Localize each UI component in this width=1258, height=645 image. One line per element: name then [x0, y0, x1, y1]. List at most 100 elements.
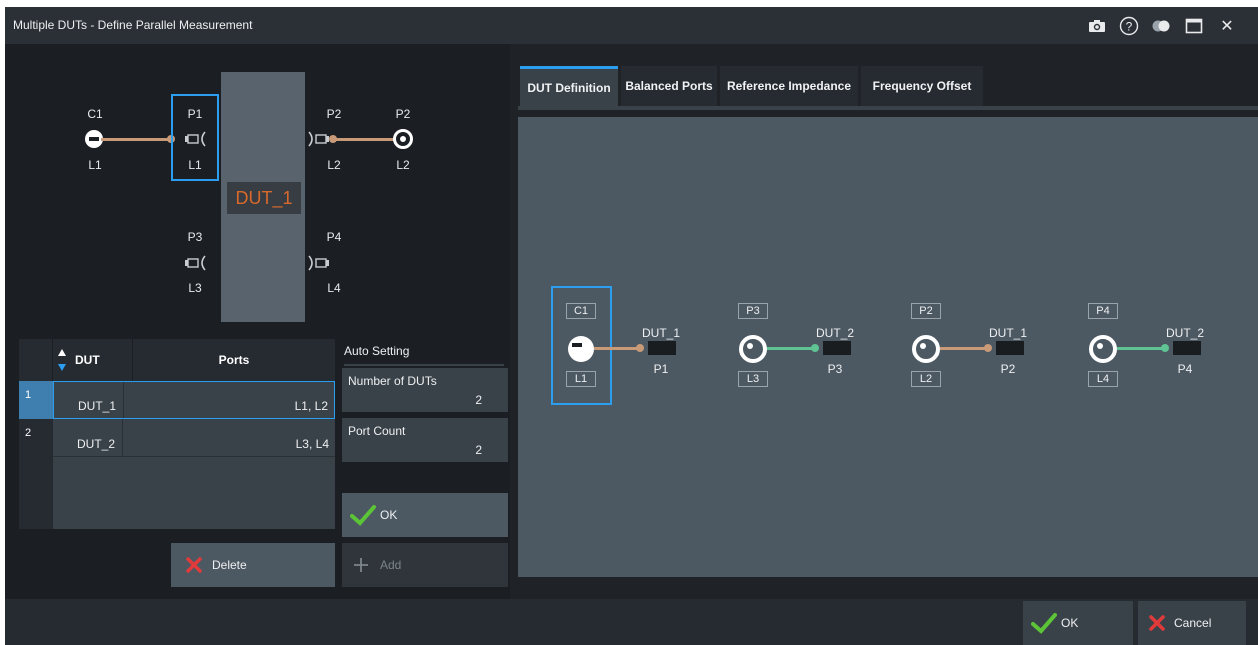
- port-count-value: 2: [475, 443, 482, 457]
- group3-bottom-box: L2: [911, 371, 941, 387]
- camera-icon[interactable]: [1086, 15, 1108, 37]
- p1-connector-icon: [185, 131, 206, 147]
- group4-line: [1117, 347, 1165, 350]
- p2r-bottom-label: L2: [396, 158, 410, 172]
- group3-dot: [984, 344, 992, 352]
- c1-bottom-label: L1: [88, 158, 102, 172]
- number-of-duts-value: 2: [475, 393, 482, 407]
- left-panel: DUT_1 C1 L1 P1 L1 P2 L2 P2 L2 P3 L3 P4 L…: [5, 44, 510, 599]
- row-number-cell-empty: [19, 457, 53, 529]
- tab-underline: [518, 106, 1258, 110]
- column-header-dut-label: DUT: [75, 353, 100, 367]
- p4-bottom-label: L4: [327, 281, 341, 295]
- p2r-top-label: P2: [395, 107, 411, 121]
- group2-port-label: P3: [827, 362, 843, 376]
- close-icon[interactable]: ✕: [1216, 15, 1238, 37]
- port-count-label: Port Count: [348, 424, 406, 438]
- row-ports-cell: L1, L2: [294, 399, 328, 413]
- help-icon-glyph: ?: [1126, 20, 1133, 34]
- group1-dot: [636, 344, 644, 352]
- tab-reference-impedance[interactable]: Reference Impedance: [720, 66, 858, 106]
- plus-icon: [354, 558, 368, 572]
- p3-top-label: P3: [187, 230, 203, 244]
- column-header-dut[interactable]: DUT: [53, 339, 133, 381]
- p2-bottom-label: L2: [327, 158, 341, 172]
- row-dut-cell: DUT_1: [78, 399, 117, 413]
- sort-icon[interactable]: [57, 348, 67, 372]
- group3-port-icon[interactable]: [912, 335, 940, 363]
- group1-bottom-box: L1: [566, 371, 596, 387]
- p4-connector-icon: [308, 255, 329, 271]
- c1-top-label: C1: [87, 107, 103, 121]
- group4-dut-label: DUT_2: [1165, 326, 1204, 340]
- number-of-duts-label: Number of DUTs: [348, 374, 437, 388]
- column-header-ports[interactable]: Ports: [133, 339, 335, 381]
- delete-button-label: Delete: [212, 558, 247, 572]
- group1-port-icon[interactable]: [568, 336, 594, 362]
- p4-top-label: P4: [326, 230, 342, 244]
- p1-top-label: P1: [187, 107, 203, 121]
- add-button[interactable]: Add: [342, 543, 508, 587]
- p2-connector-icon: [308, 131, 329, 147]
- group1-dut-block: [648, 341, 676, 355]
- tab-balanced-ports[interactable]: Balanced Ports: [621, 66, 717, 106]
- delete-x-icon: [186, 557, 202, 573]
- ok-button-label: OK: [380, 508, 398, 522]
- group2-top-box: P3: [738, 303, 768, 319]
- p1-bottom-label: L1: [188, 158, 202, 172]
- dialog-footer: OK Cancel: [5, 599, 1258, 645]
- dut-diagram-canvas: C1 L1 DUT_1 P1 P3 L3 DUT_2 P3 P2 L2 DUT_…: [518, 117, 1258, 577]
- group4-top-box: P4: [1088, 303, 1118, 319]
- group2-dut-label: DUT_2: [815, 326, 854, 340]
- footer-cancel-button[interactable]: Cancel: [1138, 601, 1246, 645]
- group4-port-label: P4: [1177, 362, 1193, 376]
- group4-dot: [1161, 344, 1169, 352]
- p3-connector-icon: [185, 255, 206, 271]
- group3-top-box: P2: [911, 303, 941, 319]
- help-icon[interactable]: ?: [1118, 15, 1140, 37]
- group1-port-label: P1: [653, 362, 669, 376]
- p3-bottom-label: L3: [188, 281, 202, 295]
- group2-dot: [811, 344, 819, 352]
- group1-dut-label: DUT_1: [641, 326, 680, 340]
- toggle-icon[interactable]: [1150, 15, 1172, 37]
- ok-button[interactable]: OK: [342, 493, 508, 537]
- auto-setting-heading: Auto Setting: [344, 344, 504, 366]
- group2-dut-block: [823, 341, 851, 355]
- group3-line: [940, 347, 988, 350]
- tab-frequency-offset[interactable]: Frequency Offset: [861, 66, 983, 106]
- tab-dut-definition[interactable]: DUT Definition: [520, 66, 618, 106]
- p2r-port-icon[interactable]: [393, 129, 413, 149]
- row-number-cell[interactable]: 2: [19, 419, 53, 457]
- port-count-field[interactable]: Port Count 2: [342, 418, 508, 462]
- right-panel: DUT Definition Balanced Ports Reference …: [510, 44, 1258, 599]
- cell-divider: [123, 382, 124, 418]
- add-button-label: Add: [380, 558, 402, 572]
- group3-port-label: P2: [1000, 362, 1016, 376]
- title-bar: Multiple DUTs - Define Parallel Measurem…: [5, 7, 1258, 44]
- footer-ok-button[interactable]: OK: [1023, 601, 1133, 645]
- dut-name-label: DUT_1: [227, 182, 301, 214]
- group4-port-icon[interactable]: [1089, 335, 1117, 363]
- row-number-cell[interactable]: 1: [19, 381, 53, 419]
- group4-dut-block: [1173, 341, 1201, 355]
- group2-port-icon[interactable]: [739, 335, 767, 363]
- row-ports-cell: L3, L4: [295, 437, 329, 451]
- table-row[interactable]: DUT_2 L3, L4: [53, 419, 335, 457]
- row-dut-cell: DUT_2: [77, 437, 116, 451]
- group2-bottom-box: L3: [738, 371, 768, 387]
- group1-top-box: C1: [566, 303, 596, 319]
- check-icon: [1031, 613, 1057, 634]
- maximize-icon[interactable]: [1183, 15, 1205, 37]
- number-of-duts-field[interactable]: Number of DUTs 2: [342, 368, 508, 412]
- delete-button[interactable]: Delete: [171, 543, 335, 587]
- group4-bottom-box: L4: [1088, 371, 1118, 387]
- row-number: 1: [25, 389, 32, 401]
- footer-ok-label: OK: [1061, 616, 1079, 630]
- cell-divider: [122, 419, 123, 457]
- row-number: 2: [25, 427, 32, 439]
- cancel-x-icon: [1149, 615, 1165, 631]
- table-row[interactable]: DUT_1 L1, L2: [53, 381, 335, 419]
- check-icon: [350, 505, 376, 526]
- window-title: Multiple DUTs - Define Parallel Measurem…: [13, 18, 253, 32]
